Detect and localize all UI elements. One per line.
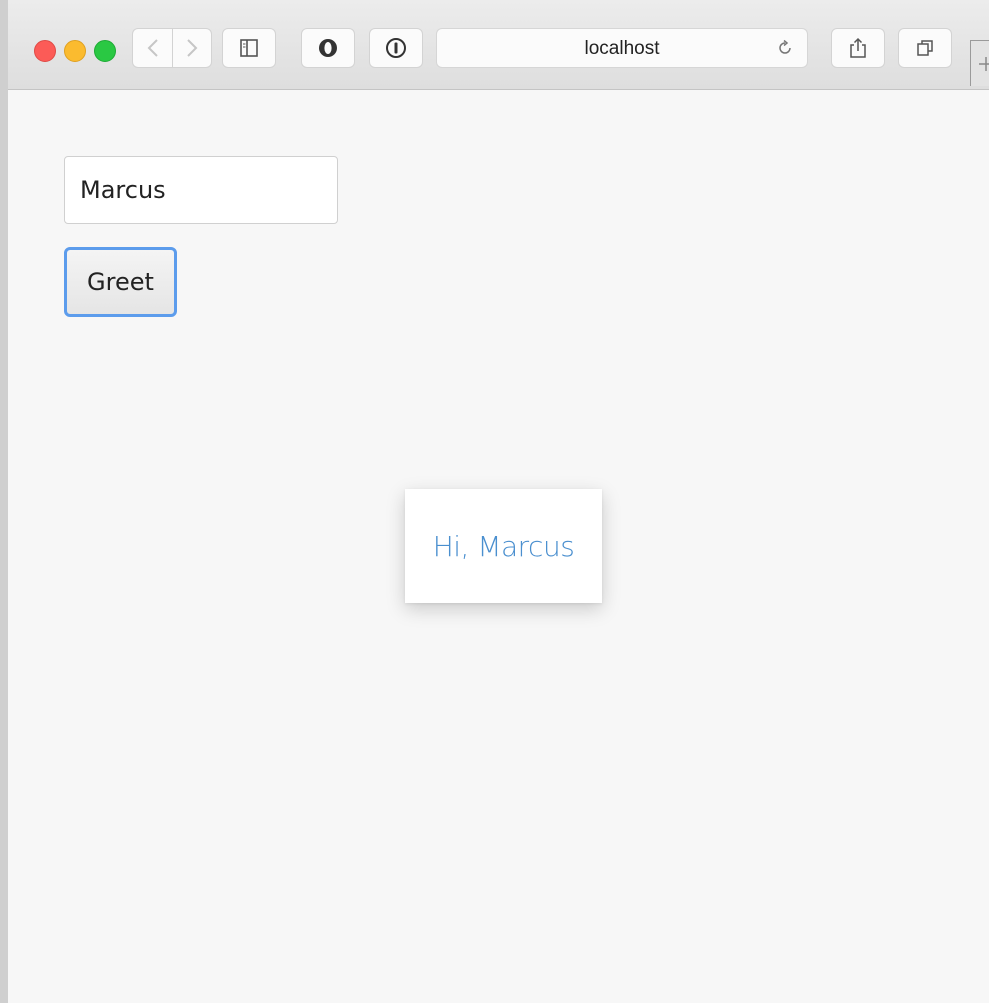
tabs-icon <box>917 40 933 56</box>
opera-icon <box>319 39 337 57</box>
new-tab-button[interactable] <box>970 40 989 86</box>
show-tabs-button[interactable] <box>898 28 952 68</box>
address-bar[interactable]: localhost <box>436 28 808 68</box>
share-icon <box>850 37 866 58</box>
close-window-button[interactable] <box>34 40 56 62</box>
reload-icon <box>779 39 791 54</box>
info-icon <box>386 38 406 58</box>
maximize-window-button[interactable] <box>94 40 116 62</box>
greet-button[interactable]: Greet <box>64 247 177 317</box>
sidebar-button[interactable] <box>222 28 276 68</box>
browser-window: localhost Greet Hi, Marcus <box>0 0 989 1003</box>
share-button[interactable] <box>831 28 885 68</box>
opera-extension-button[interactable] <box>301 28 355 68</box>
info-extension-button[interactable] <box>369 28 423 68</box>
sidebar-icon <box>240 39 258 57</box>
name-input[interactable] <box>64 156 338 224</box>
back-icon <box>147 39 158 57</box>
greeting-text: Hi, Marcus <box>432 529 575 563</box>
browser-toolbar: localhost <box>8 0 989 90</box>
address-text: localhost <box>584 38 660 59</box>
plus-icon <box>979 56 989 71</box>
forward-button[interactable] <box>172 28 212 68</box>
greeting-card: Hi, Marcus <box>405 489 602 603</box>
nav-buttons <box>132 28 212 68</box>
forward-icon <box>187 39 198 57</box>
page-content: Greet Hi, Marcus <box>8 90 989 1003</box>
back-button[interactable] <box>132 28 172 68</box>
reload-button[interactable] <box>773 36 797 60</box>
minimize-window-button[interactable] <box>64 40 86 62</box>
